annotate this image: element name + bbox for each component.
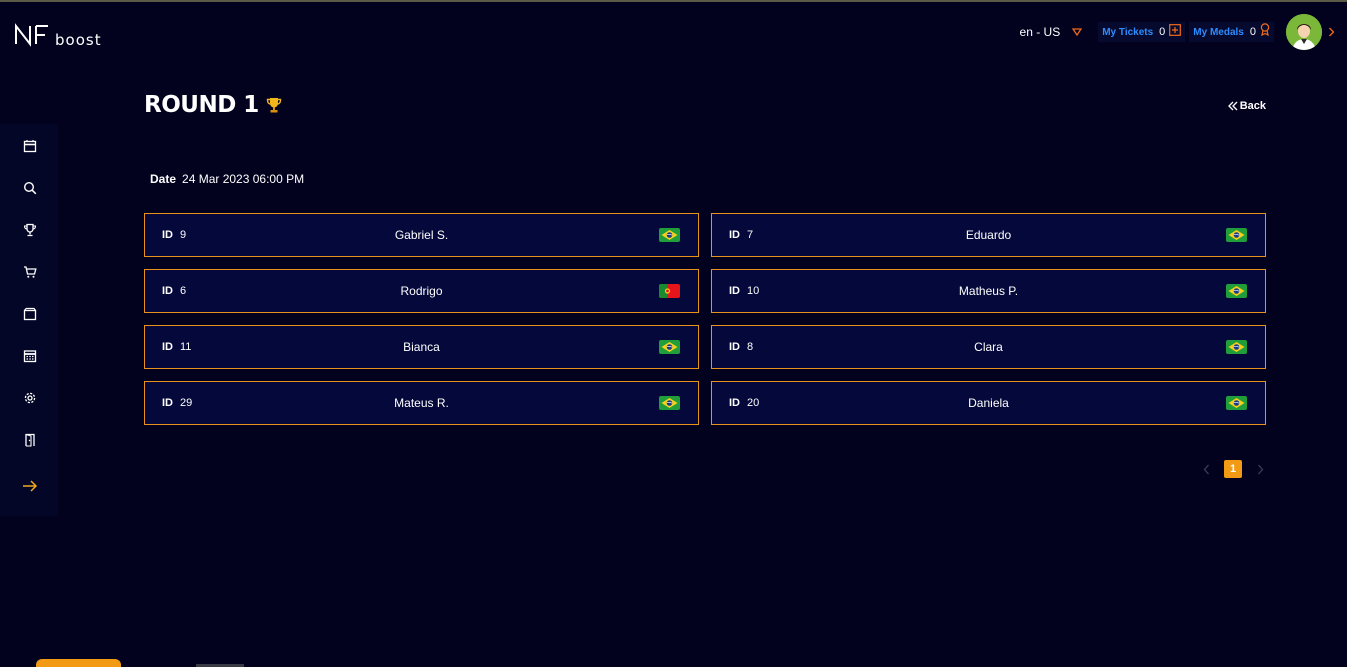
brazil-flag-icon — [1226, 396, 1247, 410]
bottom-tab[interactable] — [36, 659, 121, 667]
round-title: ROUND 1 — [144, 92, 259, 118]
trophy-icon[interactable] — [22, 222, 38, 238]
pagination: 1 — [1198, 460, 1268, 478]
page-title: ROUND 1 — [144, 92, 283, 118]
date-label: Date — [150, 172, 177, 186]
avatar[interactable] — [1286, 14, 1322, 50]
header-actions: en - US My Tickets 0 My Medals 0 — [1020, 14, 1335, 50]
player-card[interactable]: ID 8 Clara — [711, 325, 1266, 369]
door-icon[interactable] — [22, 432, 38, 448]
players-grid: ID 9 Gabriel S. ID 7 Eduardo ID 6 Rodrigo I… — [144, 213, 1266, 425]
player-card[interactable]: ID 9 Gabriel S. — [144, 213, 699, 257]
player-card[interactable]: ID 10 Matheus P. — [711, 269, 1266, 313]
player-card[interactable]: ID 20 Daniela — [711, 381, 1266, 425]
nfboost-logo[interactable]: boost — [14, 22, 102, 48]
id-label: ID — [729, 229, 740, 241]
prev-page-icon[interactable] — [1198, 460, 1214, 478]
sidebar — [0, 124, 58, 516]
player-id: ID 29 — [162, 397, 282, 409]
date-value: 24 Mar 2023 06:00 PM — [182, 172, 305, 186]
chevron-right-icon[interactable] — [1328, 27, 1335, 37]
my-medals[interactable]: My Medals 0 — [1189, 22, 1274, 42]
schedule-icon[interactable] — [22, 348, 38, 364]
arrow-right-icon[interactable] — [22, 478, 38, 494]
player-id-value: 7 — [747, 229, 754, 241]
player-id: ID 6 — [162, 285, 282, 297]
nf-logo-mark — [15, 23, 48, 47]
player-id-value: 10 — [747, 285, 760, 297]
my-tickets[interactable]: My Tickets 0 — [1098, 22, 1186, 42]
back-button[interactable]: Back — [1227, 100, 1266, 112]
player-id: ID 8 — [729, 341, 849, 353]
player-id: ID 7 — [729, 229, 849, 241]
caret-down-icon[interactable] — [1072, 28, 1083, 36]
player-id-value: 6 — [180, 285, 187, 297]
back-label: Back — [1239, 100, 1266, 112]
player-id: ID 20 — [729, 397, 849, 409]
player-id: ID 11 — [162, 341, 282, 353]
id-label: ID — [729, 285, 740, 297]
plus-square-icon[interactable] — [1169, 23, 1182, 41]
brazil-flag-icon — [1226, 340, 1247, 354]
player-id-value: 8 — [747, 341, 754, 353]
medal-icon — [1260, 23, 1270, 41]
gear-icon[interactable] — [22, 390, 38, 406]
player-card[interactable]: ID 6 Rodrigo — [144, 269, 699, 313]
double-chevron-left-icon — [1227, 101, 1238, 111]
player-id: ID 10 — [729, 285, 849, 297]
round-date: Date 24 Mar 2023 06:00 PM — [150, 172, 304, 186]
player-id-value: 9 — [180, 229, 187, 241]
brazil-flag-icon — [659, 340, 680, 354]
tickets-label: My Tickets — [1102, 26, 1154, 38]
id-label: ID — [729, 397, 740, 409]
top-border — [0, 0, 1347, 2]
medals-label: My Medals — [1193, 26, 1244, 38]
logo-text: boost — [55, 31, 102, 49]
brazil-flag-icon — [659, 396, 680, 410]
box-icon[interactable] — [22, 306, 38, 322]
player-id-value: 20 — [747, 397, 760, 409]
calendar-icon[interactable] — [22, 138, 38, 154]
player-card[interactable]: ID 7 Eduardo — [711, 213, 1266, 257]
next-page-icon[interactable] — [1252, 460, 1268, 478]
tickets-count: 0 — [1159, 26, 1166, 38]
id-label: ID — [162, 285, 173, 297]
page-number-button[interactable]: 1 — [1224, 460, 1242, 478]
search-icon[interactable] — [22, 180, 38, 196]
id-label: ID — [729, 341, 740, 353]
player-id-value: 29 — [180, 397, 193, 409]
id-label: ID — [162, 341, 173, 353]
player-id-value: 11 — [180, 341, 192, 353]
cart-icon[interactable] — [22, 264, 38, 280]
id-label: ID — [162, 229, 173, 241]
portugal-flag-icon — [659, 284, 680, 298]
medals-count: 0 — [1249, 26, 1256, 38]
brazil-flag-icon — [1226, 284, 1247, 298]
player-id: ID 9 — [162, 229, 282, 241]
id-label: ID — [162, 397, 173, 409]
brazil-flag-icon — [1226, 228, 1247, 242]
brazil-flag-icon — [659, 228, 680, 242]
language-selector[interactable]: en - US — [1020, 25, 1061, 39]
trophy-icon — [265, 96, 283, 114]
player-card[interactable]: ID 29 Mateus R. — [144, 381, 699, 425]
user-avatar-icon — [1286, 14, 1322, 50]
player-card[interactable]: ID 11 Bianca — [144, 325, 699, 369]
